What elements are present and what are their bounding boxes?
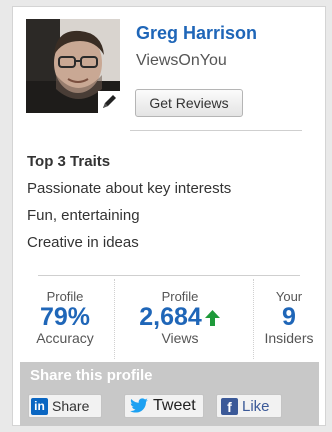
tweet-label: Tweet: [153, 397, 196, 414]
stat-bottom-label: Views: [161, 330, 199, 346]
linkedin-share-label: Share: [52, 398, 90, 414]
edit-avatar-button[interactable]: [98, 91, 120, 113]
avatar[interactable]: [26, 19, 120, 113]
stat-value-row: 2,684: [117, 304, 243, 330]
stat-value: 2,684: [139, 303, 202, 331]
stat-top-label: Your: [275, 289, 303, 304]
share-title: Share this profile: [30, 367, 153, 384]
share-bar: Share this profile in Share Tweet f Like: [20, 362, 319, 426]
twitter-bird-icon: [130, 398, 148, 413]
divider: [130, 130, 302, 131]
trait-item: Passionate about key interests: [27, 180, 232, 197]
pencil-icon: [103, 95, 116, 108]
profile-name[interactable]: Greg Harrison: [136, 23, 257, 44]
stat-top-label: Profile: [46, 289, 84, 304]
stat-insiders: Your 9 Insiders: [257, 289, 321, 357]
tweet-button[interactable]: Tweet: [124, 394, 204, 418]
stat-top-label: Profile: [161, 289, 199, 304]
stat-bottom-label: Accuracy: [36, 330, 94, 346]
stat-divider: [253, 279, 254, 359]
get-reviews-button[interactable]: Get Reviews: [135, 89, 243, 117]
stat-bottom-label: Insiders: [264, 330, 314, 346]
facebook-icon: f: [221, 397, 238, 415]
stat-views: Profile 2,684 Views: [117, 289, 243, 357]
stat-value: 79%: [39, 303, 91, 331]
facebook-like-button[interactable]: f Like: [216, 394, 282, 418]
stat-divider: [114, 279, 115, 359]
facebook-like-label: Like: [242, 397, 270, 415]
profile-company: ViewsOnYou: [136, 52, 227, 69]
traits-title: Top 3 Traits: [27, 153, 111, 170]
divider: [38, 275, 300, 276]
up-arrow-icon: [204, 310, 220, 327]
linkedin-share-button[interactable]: in Share: [28, 394, 102, 418]
trait-item: Creative in ideas: [27, 234, 139, 251]
profile-card: Greg Harrison ViewsOnYou Get Reviews Top…: [12, 6, 326, 426]
stat-accuracy: Profile 79% Accuracy: [19, 289, 111, 357]
linkedin-icon: in: [31, 397, 48, 415]
trait-item: Fun, entertaining: [27, 207, 140, 224]
stat-value: 9: [282, 303, 296, 331]
